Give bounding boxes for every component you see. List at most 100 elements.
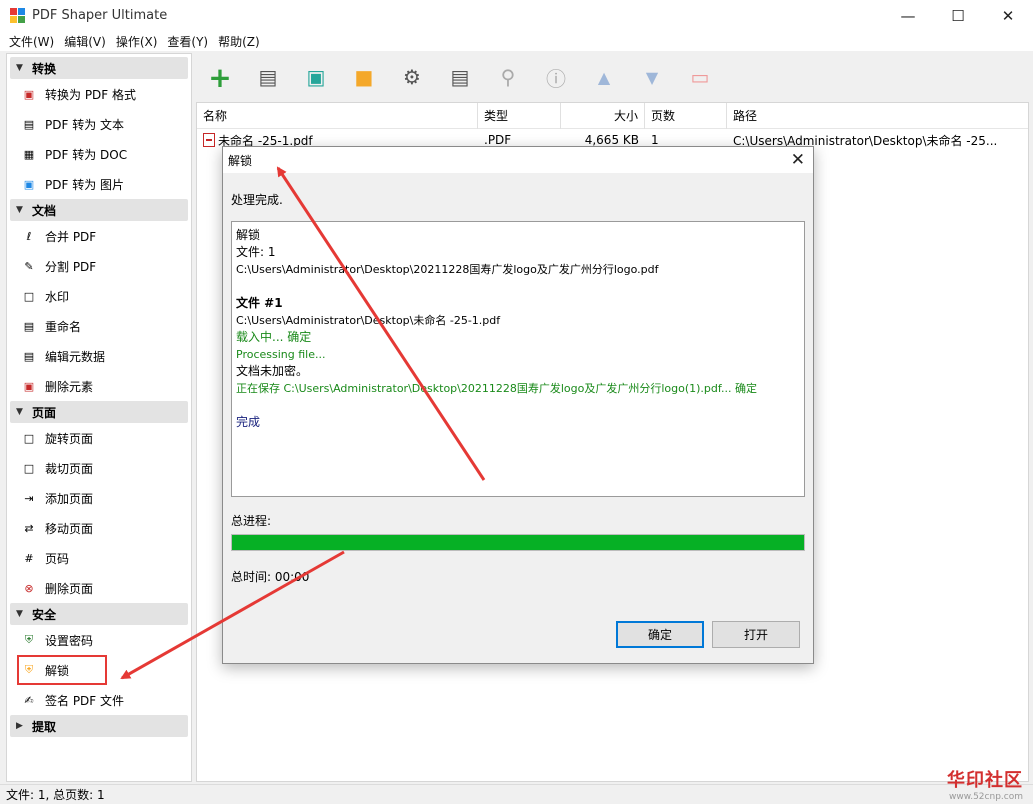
open-folder-button[interactable]: ■ bbox=[340, 57, 388, 97]
chevron-down-icon: ▼ bbox=[16, 63, 23, 73]
file-list-header: 名称 类型 大小 页数 路径 bbox=[197, 102, 1028, 129]
chevron-right-icon: ▶ bbox=[16, 721, 23, 731]
section-extract[interactable]: ▶ 提取 bbox=[10, 715, 188, 737]
column-size[interactable]: 大小 bbox=[561, 102, 645, 129]
info-icon: ⓘ bbox=[546, 66, 566, 91]
shield-check-icon: ⛨ bbox=[24, 633, 34, 646]
search-doc-icon: ⚲ bbox=[500, 65, 516, 89]
status-bar: 文件: 1, 总页数: 1 bbox=[0, 784, 1033, 804]
unlock-dialog: 解锁 ✕ 处理完成. 解锁 文件: 1 C:\Users\Administrat… bbox=[222, 146, 814, 664]
watermark-logo: 华印社区 www.52cnp.com bbox=[947, 770, 1023, 802]
sidebar-item-split[interactable]: ✎ 分割 PDF bbox=[7, 251, 191, 281]
pdf-file-icon bbox=[203, 132, 215, 147]
menu-edit[interactable]: 编辑(V) bbox=[59, 33, 111, 50]
rotate-icon: □ bbox=[23, 431, 35, 445]
page-number-icon: # bbox=[24, 551, 34, 565]
sidebar-item-page-numbers[interactable]: # 页码 bbox=[7, 543, 191, 573]
sidebar-item-edit-metadata[interactable]: ▤ 编辑元数据 bbox=[7, 341, 191, 371]
total-time: 总时间: 00:00 bbox=[231, 570, 310, 584]
menu-action[interactable]: 操作(X) bbox=[111, 33, 163, 50]
column-path[interactable]: 路径 bbox=[727, 103, 1027, 129]
delete-button[interactable]: ▭ bbox=[676, 57, 724, 97]
page-icon: □ bbox=[23, 289, 35, 303]
file-pages: 1 bbox=[651, 133, 659, 147]
sidebar-item-sign-pdf[interactable]: ✍ 签名 PDF 文件 bbox=[7, 685, 191, 715]
folder-icon: ■ bbox=[354, 65, 374, 89]
add-files-button[interactable]: + bbox=[196, 57, 244, 97]
pencil-icon: ✎ bbox=[24, 259, 34, 273]
sidebar-item-rename[interactable]: ▤ 重命名 bbox=[7, 311, 191, 341]
move-page-icon: ⇄ bbox=[24, 521, 34, 535]
toolbar: + ▤ ▣ ■ ⚙ ▤ ⚲ ⓘ ▲ ▼ ▭ bbox=[196, 56, 724, 98]
delete-page-icon: ⊗ bbox=[24, 581, 34, 595]
sidebar-item-watermark[interactable]: □ 水印 bbox=[7, 281, 191, 311]
sidebar-item-pdf-to-image[interactable]: ▣ PDF 转为 图片 bbox=[7, 169, 191, 199]
text-doc-icon: ▤ bbox=[23, 117, 35, 131]
signature-icon: ✍ bbox=[24, 693, 34, 707]
menu-bar: 文件(W) 编辑(V) 操作(X) 查看(Y) 帮助(Z) bbox=[0, 31, 1033, 51]
settings-button[interactable]: ⚙ bbox=[388, 57, 436, 97]
sidebar-item-move-pages[interactable]: ⇄ 移动页面 bbox=[7, 513, 191, 543]
close-window-button[interactable]: ✕ bbox=[983, 0, 1033, 31]
paste-button[interactable]: ▤ bbox=[436, 57, 484, 97]
image-icon: ▣ bbox=[23, 177, 35, 191]
move-up-button[interactable]: ▲ bbox=[580, 57, 628, 97]
sidebar-item-pdf-to-doc[interactable]: ▦ PDF 转为 DOC bbox=[7, 139, 191, 169]
open-button[interactable]: 打开 bbox=[712, 621, 800, 648]
info-button[interactable]: ⓘ bbox=[532, 57, 580, 97]
progress-bar bbox=[231, 534, 805, 551]
status-text: 文件: 1, 总页数: 1 bbox=[6, 788, 105, 802]
crop-icon: □ bbox=[23, 461, 35, 475]
dialog-title: 解锁 bbox=[228, 153, 253, 168]
add-document-button[interactable]: ▤ bbox=[244, 57, 292, 97]
ok-button[interactable]: 确定 bbox=[616, 621, 704, 648]
maximize-button[interactable]: ☐ bbox=[933, 0, 983, 31]
column-name[interactable]: 名称 bbox=[197, 102, 478, 129]
trash-icon: ▭ bbox=[690, 65, 710, 89]
column-type[interactable]: 类型 bbox=[478, 102, 561, 129]
metadata-icon: ▤ bbox=[23, 349, 35, 363]
column-pages[interactable]: 页数 bbox=[645, 102, 727, 129]
sidebar-item-crop-pages[interactable]: □ 裁切页面 bbox=[7, 453, 191, 483]
menu-file[interactable]: 文件(W) bbox=[4, 33, 59, 50]
sidebar: ▼ 转换 ▣ 转换为 PDF 格式 ▤ PDF 转为 文本 ▦ PDF 转为 DOC ▣… bbox=[6, 53, 192, 782]
section-document[interactable]: ▼ 文档 bbox=[10, 199, 188, 221]
clipboard-icon: ▤ bbox=[450, 65, 470, 89]
add-image-button[interactable]: ▣ bbox=[292, 57, 340, 97]
move-down-button[interactable]: ▼ bbox=[628, 57, 676, 97]
title-bar: PDF Shaper Ultimate — ☐ ✕ bbox=[0, 0, 1033, 31]
menu-help[interactable]: 帮助(Z) bbox=[213, 33, 265, 50]
sidebar-item-delete-pages[interactable]: ⊗ 删除页面 bbox=[7, 573, 191, 603]
sidebar-item-convert-to-pdf[interactable]: ▣ 转换为 PDF 格式 bbox=[7, 79, 191, 109]
sidebar-item-set-password[interactable]: ⛨ 设置密码 bbox=[7, 625, 191, 655]
doc-icon: ▦ bbox=[23, 147, 35, 161]
plus-icon: + bbox=[208, 60, 232, 94]
sidebar-item-rotate-pages[interactable]: □ 旋转页面 bbox=[7, 423, 191, 453]
add-page-icon: ⇥ bbox=[24, 491, 34, 505]
sidebar-item-merge[interactable]: ℓ 合并 PDF bbox=[7, 221, 191, 251]
section-pages[interactable]: ▼ 页面 bbox=[10, 401, 188, 423]
menu-view[interactable]: 查看(Y) bbox=[162, 33, 213, 50]
file-type: .PDF bbox=[484, 133, 512, 147]
shield-unlock-icon: ⛨ bbox=[24, 663, 34, 676]
gear-icon: ⚙ bbox=[403, 65, 421, 89]
paperclip-icon: ℓ bbox=[26, 229, 32, 243]
close-icon[interactable]: ✕ bbox=[791, 150, 805, 170]
sidebar-item-pdf-to-text[interactable]: ▤ PDF 转为 文本 bbox=[7, 109, 191, 139]
preview-button[interactable]: ⚲ bbox=[484, 57, 532, 97]
sidebar-item-unlock[interactable]: ⛨ 解锁 bbox=[17, 655, 107, 685]
section-convert[interactable]: ▼ 转换 bbox=[10, 57, 188, 79]
progress-label: 总进程: bbox=[231, 514, 272, 528]
section-security[interactable]: ▼ 安全 bbox=[10, 603, 188, 625]
pdf-convert-icon: ▣ bbox=[23, 87, 35, 101]
sidebar-item-add-pages[interactable]: ⇥ 添加页面 bbox=[7, 483, 191, 513]
arrow-up-icon: ▲ bbox=[597, 67, 611, 87]
chevron-down-icon: ▼ bbox=[16, 407, 23, 417]
dialog-title-bar: 解锁 bbox=[223, 147, 813, 173]
app-logo-icon bbox=[10, 7, 26, 24]
log-box[interactable]: 解锁 文件: 1 C:\Users\Administrator\Desktop\… bbox=[231, 221, 805, 497]
sidebar-item-remove-elements[interactable]: ▣ 删除元素 bbox=[7, 371, 191, 401]
rename-icon: ▤ bbox=[23, 319, 35, 333]
arrow-down-icon: ▼ bbox=[645, 67, 659, 87]
minimize-button[interactable]: — bbox=[883, 0, 933, 31]
